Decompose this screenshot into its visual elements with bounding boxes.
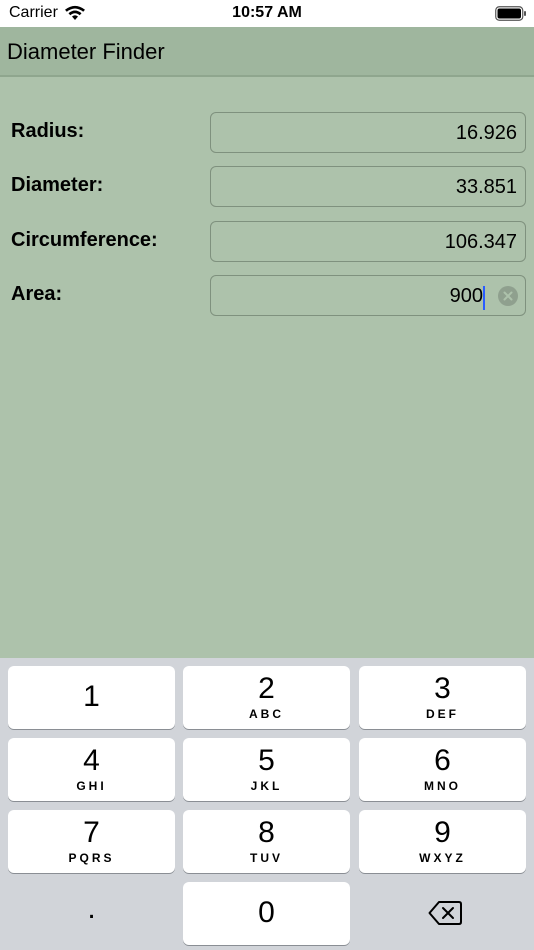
area-label: Area: — [11, 283, 63, 305]
circumference-row: Circumference: 106.347 — [0, 219, 534, 264]
key-5[interactable]: 5 JKL — [183, 738, 350, 801]
status-bar: Carrier 10:57 AM — [0, 0, 534, 27]
area-value: 900 — [449, 285, 483, 307]
key-digit: 1 — [83, 680, 100, 713]
area-row: Area: 900 — [0, 273, 534, 318]
key-digit: 7 — [83, 816, 100, 849]
key-digit: 5 — [258, 744, 275, 777]
radius-label: Radius: — [11, 120, 85, 142]
clock: 10:57 AM — [232, 4, 302, 21]
key-3[interactable]: 3 DEF — [359, 666, 526, 729]
radius-value: 16.926 — [455, 122, 517, 144]
clear-text-icon[interactable] — [498, 286, 518, 306]
key-letters: ABC — [249, 707, 284, 721]
diameter-field[interactable]: 33.851 — [210, 166, 526, 207]
key-letters: TUV — [250, 851, 283, 865]
circumference-field[interactable]: 106.347 — [210, 221, 526, 262]
key-digit: 2 — [258, 672, 275, 705]
page-title: Diameter Finder — [7, 39, 165, 64]
radius-field[interactable]: 16.926 — [210, 112, 526, 153]
key-4[interactable]: 4 GHI — [8, 738, 175, 801]
area-field[interactable]: 900 — [210, 275, 526, 316]
battery-icon — [495, 6, 526, 21]
key-letters: GHI — [76, 779, 107, 793]
nav-bar: Diameter Finder — [0, 27, 534, 77]
key-digit: 0 — [258, 896, 275, 929]
key-letters: PQRS — [68, 851, 115, 865]
key-letters: DEF — [426, 707, 459, 721]
key-letters: JKL — [250, 779, 283, 793]
key-0[interactable]: 0 — [183, 882, 350, 945]
diameter-row: Diameter: 33.851 — [0, 164, 534, 209]
key-6[interactable]: 6 MNO — [359, 738, 526, 801]
key-digit: 8 — [258, 816, 275, 849]
radius-row: Radius: 16.926 — [0, 110, 534, 155]
key-letters: MNO — [424, 779, 461, 793]
diameter-value: 33.851 — [455, 176, 517, 198]
key-9[interactable]: 9 WXYZ — [359, 810, 526, 873]
circumference-value: 106.347 — [444, 231, 517, 253]
decimal-point-label: . — [87, 892, 96, 925]
key-decimal[interactable]: . — [8, 882, 175, 945]
delete-backspace-icon[interactable] — [428, 900, 462, 926]
key-7[interactable]: 7 PQRS — [8, 810, 175, 873]
key-digit: 3 — [434, 672, 451, 705]
key-8[interactable]: 8 TUV — [183, 810, 350, 873]
circumference-label: Circumference: — [11, 229, 158, 251]
key-1[interactable]: 1 — [8, 666, 175, 729]
text-cursor — [483, 286, 485, 310]
key-2[interactable]: 2 ABC — [183, 666, 350, 729]
key-digit: 9 — [434, 816, 451, 849]
key-digit: 6 — [434, 744, 451, 777]
diameter-label: Diameter: — [11, 174, 104, 196]
key-digit: 4 — [83, 744, 100, 777]
key-letters: WXYZ — [419, 851, 466, 865]
